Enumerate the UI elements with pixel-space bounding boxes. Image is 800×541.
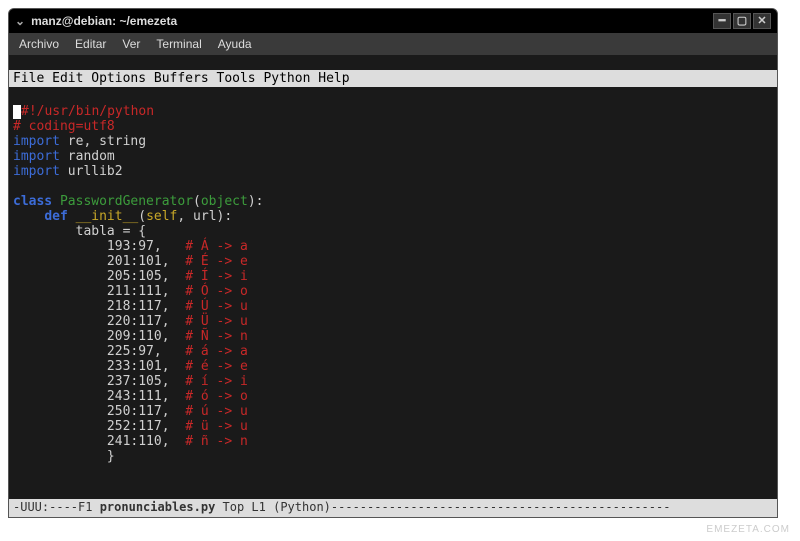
comment: # ú -> u <box>185 404 248 419</box>
comment: # á -> a <box>185 344 248 359</box>
window-title: manz@debian: ~/emezeta <box>31 14 713 28</box>
table-row: 233:101, <box>13 359 185 374</box>
coding-line: # coding=utf8 <box>13 119 115 134</box>
table-row: 211:111, <box>13 284 185 299</box>
import-mods: random <box>60 149 115 164</box>
code-line: tabla = { <box>13 224 146 239</box>
terminal-window: ⌄ manz@debian: ~/emezeta ━ ▢ ✕ Archivo E… <box>8 8 778 518</box>
import-kw: import <box>13 164 60 179</box>
emacs-statusbar: -UUU:----F1 pronunciables.py Top L1 (Pyt… <box>9 499 777 517</box>
comment: # ó -> o <box>185 389 248 404</box>
status-filename: pronunciables.py <box>100 500 216 514</box>
watermark: EMEZETA.COM <box>706 524 790 535</box>
table-row: 205:105, <box>13 269 185 284</box>
table-row: 252:117, <box>13 419 185 434</box>
class-name: PasswordGenerator <box>60 194 193 209</box>
import-mods: re, string <box>60 134 146 149</box>
paren: ): <box>248 194 264 209</box>
emacs-menu[interactable]: File Edit Options Buffers Tools Python H… <box>9 70 777 87</box>
menubar: Archivo Editar Ver Terminal Ayuda <box>9 33 777 55</box>
menu-archivo[interactable]: Archivo <box>19 37 59 51</box>
class-kw: class <box>13 194 52 209</box>
titlebar[interactable]: ⌄ manz@debian: ~/emezeta ━ ▢ ✕ <box>9 9 777 33</box>
code-line: } <box>13 449 115 464</box>
table-row: 250:117, <box>13 404 185 419</box>
comment: # í -> i <box>185 374 248 389</box>
comment: # É -> e <box>185 254 248 269</box>
minimize-button[interactable]: ━ <box>713 13 731 29</box>
table-row: 220:117, <box>13 314 185 329</box>
status-left: -UUU:----F1 <box>13 500 100 514</box>
window-controls: ━ ▢ ✕ <box>713 13 771 29</box>
table-row: 225:97, <box>13 344 185 359</box>
status-pos: Top L1 (Python) <box>215 500 331 514</box>
paren: ( <box>138 209 146 224</box>
comment: # é -> e <box>185 359 248 374</box>
comment: # Ñ -> n <box>185 329 248 344</box>
paren: ( <box>193 194 201 209</box>
table-row: 218:117, <box>13 299 185 314</box>
import-kw: import <box>13 149 60 164</box>
comment: # Ó -> o <box>185 284 248 299</box>
import-kw: import <box>13 134 60 149</box>
table-row: 193:97, <box>13 239 185 254</box>
menu-editar[interactable]: Editar <box>75 37 106 51</box>
chevron-down-icon: ⌄ <box>15 14 25 28</box>
editor-area[interactable]: File Edit Options Buffers Tools Python H… <box>9 55 777 499</box>
base-class: object <box>201 194 248 209</box>
params: , url): <box>177 209 232 224</box>
maximize-button[interactable]: ▢ <box>733 13 751 29</box>
table-row: 209:110, <box>13 329 185 344</box>
status-dashes: ----------------------------------------… <box>331 500 671 514</box>
menu-terminal[interactable]: Terminal <box>156 37 201 51</box>
comment: # Ü -> u <box>185 314 248 329</box>
cursor <box>13 105 21 119</box>
menu-ver[interactable]: Ver <box>122 37 140 51</box>
import-mods: urllib2 <box>60 164 123 179</box>
comment: # Á -> a <box>185 239 248 254</box>
fn-name: __init__ <box>76 209 139 224</box>
shebang-line: #!/usr/bin/python <box>21 104 154 119</box>
table-row: 241:110, <box>13 434 185 449</box>
comment: # Í -> i <box>185 269 248 284</box>
comment: # ü -> u <box>185 419 248 434</box>
def-kw: def <box>44 209 67 224</box>
comment: # ñ -> n <box>185 434 248 449</box>
table-row: 237:105, <box>13 374 185 389</box>
table-row: 201:101, <box>13 254 185 269</box>
comment: # Ú -> u <box>185 299 248 314</box>
menu-ayuda[interactable]: Ayuda <box>218 37 252 51</box>
table-row: 243:111, <box>13 389 185 404</box>
close-button[interactable]: ✕ <box>753 13 771 29</box>
self-kw: self <box>146 209 177 224</box>
